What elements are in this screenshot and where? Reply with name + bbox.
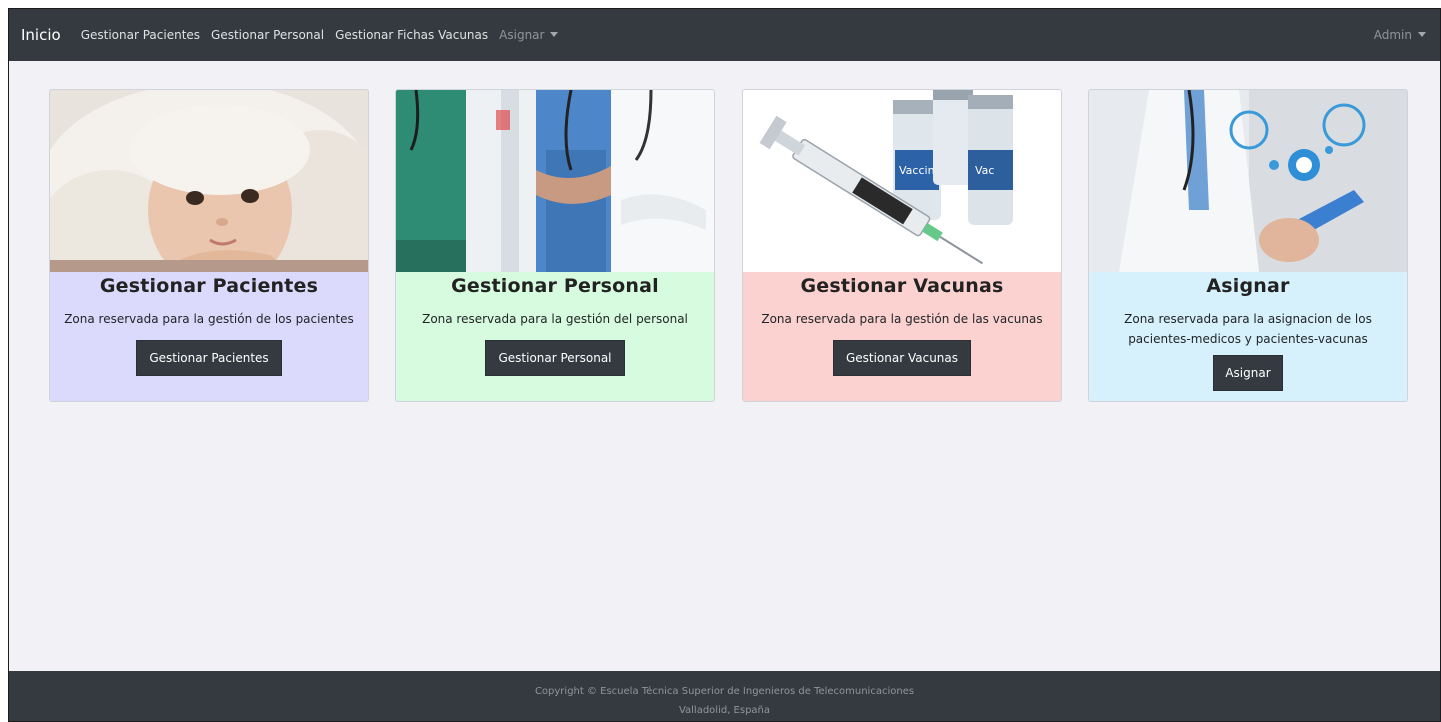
app-frame: Inicio Gestionar Pacientes Gestionar Per…	[8, 8, 1441, 722]
gestionar-vacunas-button[interactable]: Gestionar Vacunas	[832, 340, 972, 376]
vial-label-vac: Vac	[975, 164, 994, 177]
medical-staff-photo	[396, 90, 714, 272]
gestionar-personal-button[interactable]: Gestionar Personal	[485, 340, 625, 376]
medical-staff-photo-graphic	[396, 90, 714, 272]
nav-link-gestionar-personal[interactable]: Gestionar Personal	[211, 28, 324, 42]
baby-photo	[50, 90, 368, 272]
card-title: Gestionar Personal	[451, 275, 659, 297]
footer: Copyright © Escuela Técnica Superior de …	[9, 671, 1440, 721]
card-title: Asignar	[1206, 275, 1290, 297]
card-text: Zona reservada para la gestión de los pa…	[64, 312, 354, 326]
asignar-button[interactable]: Asignar	[1213, 355, 1283, 391]
nav-dropdown-admin-label: Admin	[1373, 28, 1412, 42]
nav-link-gestionar-pacientes[interactable]: Gestionar Pacientes	[81, 28, 200, 42]
caret-down-icon	[550, 32, 559, 37]
caret-down-icon	[1418, 32, 1426, 37]
card-body-pacientes: Gestionar Pacientes Zona reservada para …	[50, 272, 368, 401]
card-gestionar-pacientes: Gestionar Pacientes Zona reservada para …	[49, 89, 369, 402]
card-body-asignar: Asignar Zona reservada para la asignacio…	[1089, 272, 1407, 401]
card-body-vacunas: Gestionar Vacunas Zona reservada para la…	[743, 272, 1061, 401]
card-text: Zona reservada para la gestión de las va…	[761, 312, 1043, 326]
card-text: Zona reservada para la asignacion de los…	[1124, 312, 1372, 346]
footer-location: Valladolid, España	[678, 705, 771, 716]
syringe-vaccine-photo-graphic: Vaccine Vac	[743, 90, 1061, 272]
syringe-vaccine-photo: Vaccine Vac	[743, 90, 1061, 272]
gestionar-pacientes-button[interactable]: Gestionar Pacientes	[136, 340, 282, 376]
card-title: Gestionar Pacientes	[99, 275, 319, 297]
footer-copyright: Copyright © Escuela Técnica Superior de …	[534, 686, 915, 697]
card-gestionar-vacunas: Vaccine Vac Gestionar Vacunas Zona reser…	[742, 89, 1062, 402]
doctor-tablet-photo-graphic	[1089, 90, 1407, 272]
doctor-tablet-photo	[1089, 90, 1407, 272]
card-asignar: Asignar Zona reservada para la asignacio…	[1088, 89, 1408, 402]
brand-home-link[interactable]: Inicio	[21, 26, 61, 44]
nav-dropdown-asignar-label: Asignar	[499, 28, 545, 42]
nav-dropdown-admin[interactable]: Admin	[1374, 28, 1426, 42]
card-title: Gestionar Vacunas	[800, 275, 1004, 297]
card-gestionar-personal: Gestionar Personal Zona reservada para l…	[395, 89, 715, 402]
baby-photo-graphic	[50, 90, 368, 272]
card-body-personal: Gestionar Personal Zona reservada para l…	[396, 272, 714, 401]
navbar: Inicio Gestionar Pacientes Gestionar Per…	[9, 9, 1440, 61]
nav-link-gestionar-fichas-vacunas[interactable]: Gestionar Fichas Vacunas	[335, 28, 488, 42]
card-text: Zona reservada para la gestión del perso…	[422, 312, 688, 326]
nav-dropdown-asignar[interactable]: Asignar	[499, 28, 559, 42]
